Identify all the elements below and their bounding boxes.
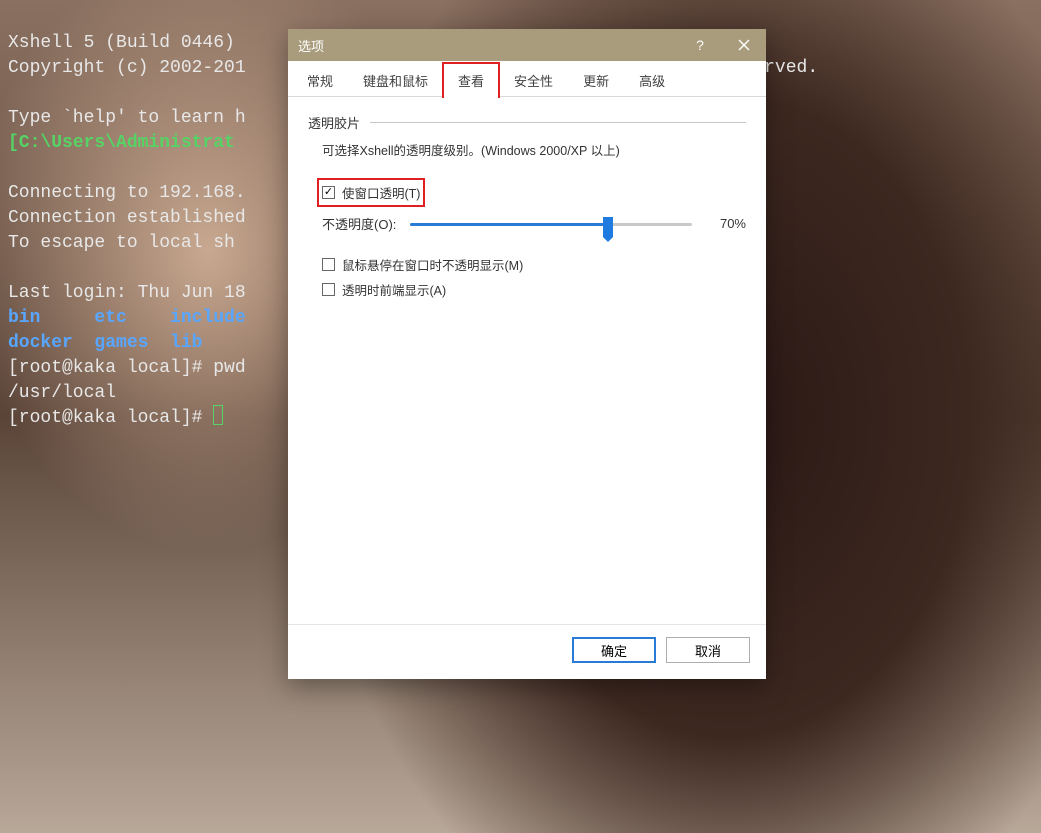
dialog-content: 透明胶片 可选择Xshell的透明度级别。(Windows 2000/XP 以上… (288, 97, 766, 624)
ok-button[interactable]: 确定 (572, 637, 656, 663)
term-line: Connecting to 192.168. (8, 183, 246, 203)
close-button[interactable] (722, 29, 766, 61)
tab-update[interactable]: 更新 (568, 63, 624, 97)
tab-security[interactable]: 安全性 (499, 63, 568, 97)
term-line: Last login: Thu Jun 18 (8, 283, 246, 303)
term-line: Type `help' to learn h (8, 108, 246, 128)
close-icon (738, 39, 750, 51)
tab-view[interactable]: 查看 (443, 63, 499, 97)
term-line: /usr/local (8, 383, 116, 403)
tab-advanced[interactable]: 高级 (624, 63, 680, 97)
shell-line[interactable]: [root@kaka local]# (8, 408, 223, 428)
tab-general[interactable]: 常规 (292, 63, 348, 97)
dialog-footer: 确定 取消 (288, 624, 766, 679)
term-line: To escape to local sh (8, 233, 235, 253)
checkbox-transparent-label: 使窗口透明(T) (342, 183, 420, 202)
term-line: Connection established (8, 208, 246, 228)
term-prompt-path: [C:\Users\Administrat (8, 133, 235, 153)
tab-bar: 常规 键盘和鼠标 查看 安全性 更新 高级 (288, 61, 766, 97)
dialog-title: 选项 (298, 36, 324, 55)
shell-line: [root@kaka local]# pwd (8, 358, 246, 378)
dir-row: docker games lib (8, 333, 202, 353)
tab-keyboard[interactable]: 键盘和鼠标 (348, 63, 443, 97)
checkbox-transparent[interactable] (322, 186, 335, 199)
checkbox-hover-label: 鼠标悬停在窗口时不透明显示(M) (342, 255, 523, 274)
slider-fill (410, 223, 607, 226)
section-description: 可选择Xshell的透明度级别。(Windows 2000/XP 以上) (308, 140, 746, 159)
opacity-slider[interactable] (410, 215, 692, 233)
dialog-titlebar[interactable]: 选项 ? (288, 29, 766, 61)
highlight-box: 使窗口透明(T) (320, 181, 422, 204)
options-dialog: 选项 ? 常规 键盘和鼠标 查看 安全性 更新 高级 透明胶片 可选择Xshel… (288, 29, 766, 679)
checkbox-topmost[interactable] (322, 283, 335, 296)
slider-thumb-icon[interactable] (603, 217, 613, 237)
help-button[interactable]: ? (678, 29, 722, 61)
dir-row: bin etc include (8, 308, 246, 328)
divider (370, 122, 746, 123)
checkbox-topmost-label: 透明时前端显示(A) (342, 280, 446, 299)
section-title: 透明胶片 (308, 113, 360, 132)
cursor-icon (213, 405, 223, 425)
opacity-value: 70% (706, 216, 746, 231)
cancel-button[interactable]: 取消 (666, 637, 750, 663)
term-line: Xshell 5 (Build 0446) (8, 33, 235, 53)
checkbox-hover[interactable] (322, 258, 335, 271)
opacity-label: 不透明度(O): (322, 214, 396, 233)
